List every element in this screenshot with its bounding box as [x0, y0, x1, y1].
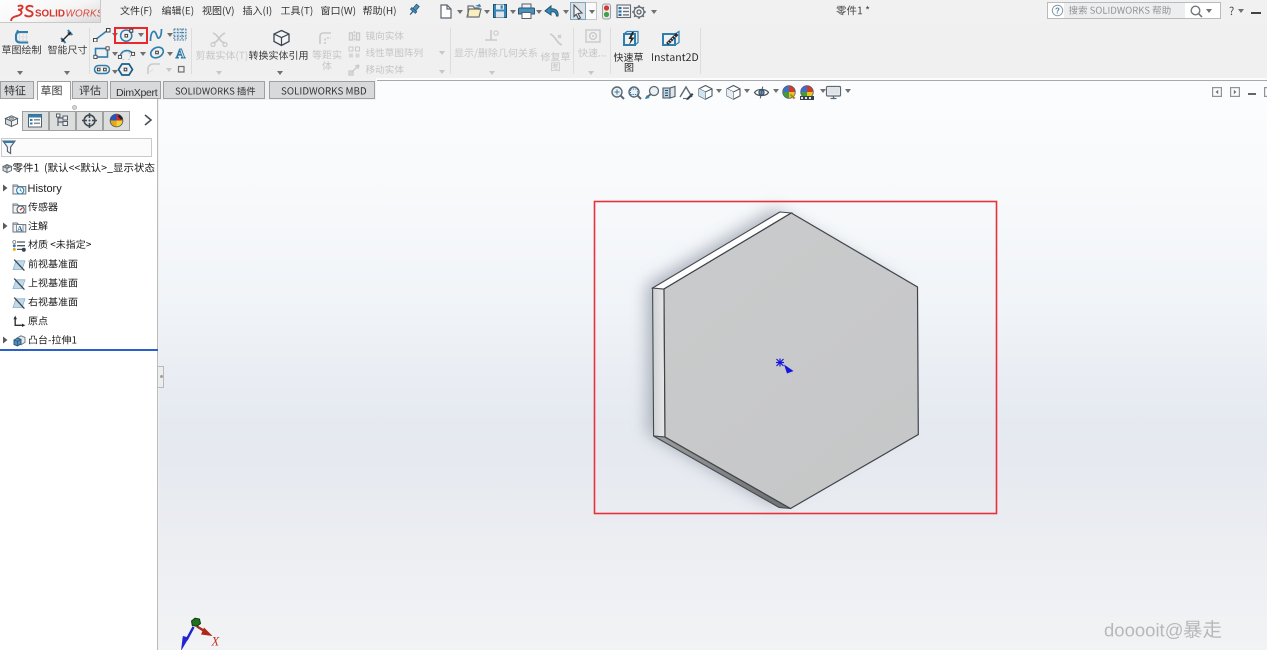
svg-text:WORKS: WORKS [66, 9, 101, 20]
svg-text:A: A [17, 224, 23, 233]
svg-text:SOLID: SOLID [35, 9, 65, 20]
svg-text:X: X [211, 635, 221, 649]
svg-text:A: A [176, 46, 186, 60]
svg-text:?: ? [1055, 6, 1060, 15]
